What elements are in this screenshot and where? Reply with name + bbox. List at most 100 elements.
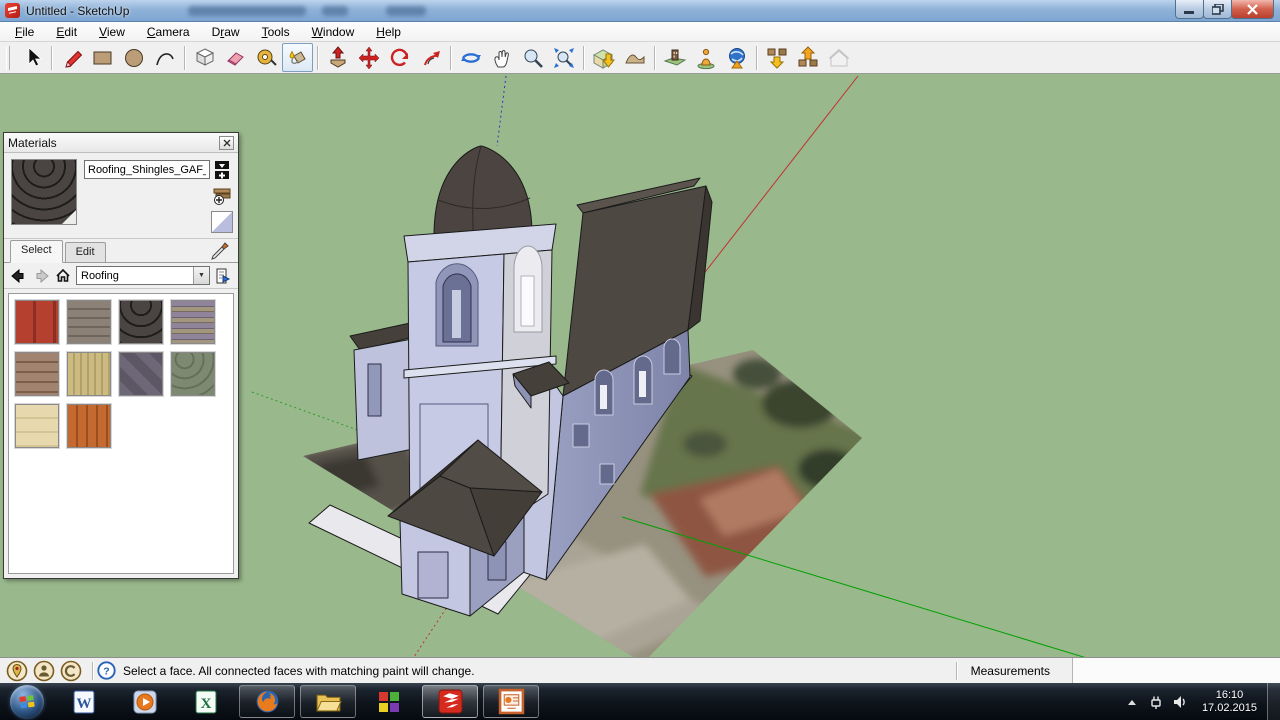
tool-move[interactable] — [353, 43, 384, 72]
tool-offset[interactable] — [415, 43, 446, 72]
window-title: Untitled - SketchUp — [26, 4, 129, 18]
material-swatch-6[interactable] — [67, 352, 111, 396]
tool-add-location[interactable] — [588, 43, 619, 72]
material-swatch-4[interactable] — [171, 300, 215, 344]
material-swatch-1[interactable] — [15, 300, 59, 344]
material-swatch-5[interactable] — [15, 352, 59, 396]
tool-push-pull[interactable] — [322, 43, 353, 72]
taskbar-app-sketchup[interactable] — [422, 685, 478, 718]
material-swatch-8[interactable] — [171, 352, 215, 396]
materials-list — [8, 293, 234, 574]
menu-camera[interactable]: Camera — [136, 23, 201, 41]
collection-dropdown[interactable]: Roofing ▼ — [76, 266, 210, 285]
sample-paint-button[interactable] — [210, 241, 230, 261]
menu-help[interactable]: Help — [365, 23, 412, 41]
taskbar-clock[interactable]: 16:10 17.02.2015 — [1192, 689, 1267, 715]
secondary-pane-button[interactable] — [211, 159, 233, 181]
forward-arrow-icon — [33, 269, 49, 283]
material-swatch-2[interactable] — [67, 300, 111, 344]
window-titlebar[interactable]: Untitled - SketchUp — [0, 0, 1280, 22]
toolbar-divider — [317, 46, 318, 70]
material-swatch-9[interactable] — [15, 404, 59, 448]
taskbar-app-excel[interactable]: X — [178, 685, 234, 718]
close-icon — [1247, 4, 1258, 15]
tool-circle[interactable] — [118, 43, 149, 72]
power-plug-icon[interactable] — [1144, 690, 1168, 714]
details-button[interactable] — [214, 267, 232, 285]
tool-toggle-terrain[interactable] — [619, 43, 650, 72]
taskbar-app-explorer[interactable] — [300, 685, 356, 718]
default-material-swatch[interactable] — [211, 211, 233, 233]
tool-add-building[interactable] — [690, 43, 721, 72]
tool-paint-bucket[interactable] — [282, 43, 313, 72]
menu-edit[interactable]: Edit — [45, 23, 88, 41]
tool-building-maker[interactable] — [823, 43, 854, 72]
tool-eraser[interactable] — [220, 43, 251, 72]
restore-button[interactable] — [1203, 0, 1232, 19]
menu-view[interactable]: View — [88, 23, 136, 41]
eyedropper-icon — [210, 241, 230, 261]
geolocation-badge-icon[interactable] — [6, 660, 28, 682]
material-swatch-7[interactable] — [119, 352, 163, 396]
component-box-icon — [193, 46, 217, 70]
statusbar-divider — [92, 662, 93, 680]
show-hidden-icons-button[interactable] — [1120, 690, 1144, 714]
photo-textures-icon — [663, 46, 687, 70]
menu-draw[interactable]: Draw — [201, 23, 251, 41]
create-material-button[interactable] — [211, 185, 233, 207]
taskbar-app-firefox[interactable] — [239, 685, 295, 718]
tool-rectangle[interactable] — [87, 43, 118, 72]
tool-rotate[interactable] — [384, 43, 415, 72]
3d-viewport[interactable]: Materials — [0, 74, 1280, 657]
attribution-badge-icon[interactable] — [33, 660, 55, 682]
tool-select[interactable] — [16, 43, 47, 72]
minimize-button[interactable] — [1175, 0, 1204, 19]
tool-share-model[interactable] — [792, 43, 823, 72]
tab-select[interactable]: Select — [10, 240, 63, 263]
taskbar-app-powerpoint[interactable] — [483, 685, 539, 718]
materials-panel-titlebar[interactable]: Materials — [4, 133, 238, 153]
taskbar-app-media-player[interactable] — [117, 685, 173, 718]
material-preview-thumbnail — [11, 159, 77, 225]
tool-zoom[interactable] — [517, 43, 548, 72]
home-icon — [55, 268, 71, 283]
tool-get-models[interactable] — [761, 43, 792, 72]
menu-file[interactable]: File — [4, 23, 45, 41]
copyright-badge-icon[interactable] — [60, 660, 82, 682]
toolbar-grip[interactable] — [6, 46, 10, 70]
start-button[interactable] — [6, 686, 48, 718]
close-button[interactable] — [1231, 0, 1274, 19]
taskbar-app-word[interactable]: W — [56, 685, 112, 718]
tool-tape-measure[interactable] — [251, 43, 282, 72]
tool-zoom-extents[interactable] — [548, 43, 579, 72]
taskbar-app-color-squares[interactable] — [361, 685, 417, 718]
tool-orbit[interactable] — [455, 43, 486, 72]
tool-make-component[interactable] — [189, 43, 220, 72]
measurements-value-box[interactable] — [1072, 658, 1280, 683]
home-button[interactable] — [54, 267, 72, 285]
tool-arc[interactable] — [149, 43, 180, 72]
show-desktop-button[interactable] — [1267, 683, 1280, 720]
tool-google-earth[interactable] — [721, 43, 752, 72]
material-swatch-10[interactable] — [67, 404, 111, 448]
material-name-field[interactable] — [84, 160, 210, 179]
help-icon[interactable]: ? — [97, 661, 116, 680]
chevron-down-icon[interactable]: ▼ — [193, 267, 209, 284]
material-preview-section — [4, 153, 238, 239]
back-button[interactable] — [10, 267, 28, 285]
materials-panel-close-button[interactable] — [219, 136, 234, 150]
texture-corner-mark — [62, 210, 76, 224]
tool-photo-textures[interactable] — [659, 43, 690, 72]
word-icon: W — [71, 689, 97, 715]
status-help-text: Select a face. All connected faces with … — [123, 664, 475, 678]
menu-tools[interactable]: Tools — [251, 23, 301, 41]
material-swatch-3[interactable] — [119, 300, 163, 344]
forward-button[interactable] — [32, 267, 50, 285]
rectangle-icon — [91, 46, 115, 70]
windows-orb-icon — [10, 685, 44, 719]
volume-icon[interactable] — [1168, 690, 1192, 714]
tool-line[interactable] — [56, 43, 87, 72]
tool-pan[interactable] — [486, 43, 517, 72]
menu-window[interactable]: Window — [301, 23, 366, 41]
tab-edit[interactable]: Edit — [65, 242, 106, 262]
